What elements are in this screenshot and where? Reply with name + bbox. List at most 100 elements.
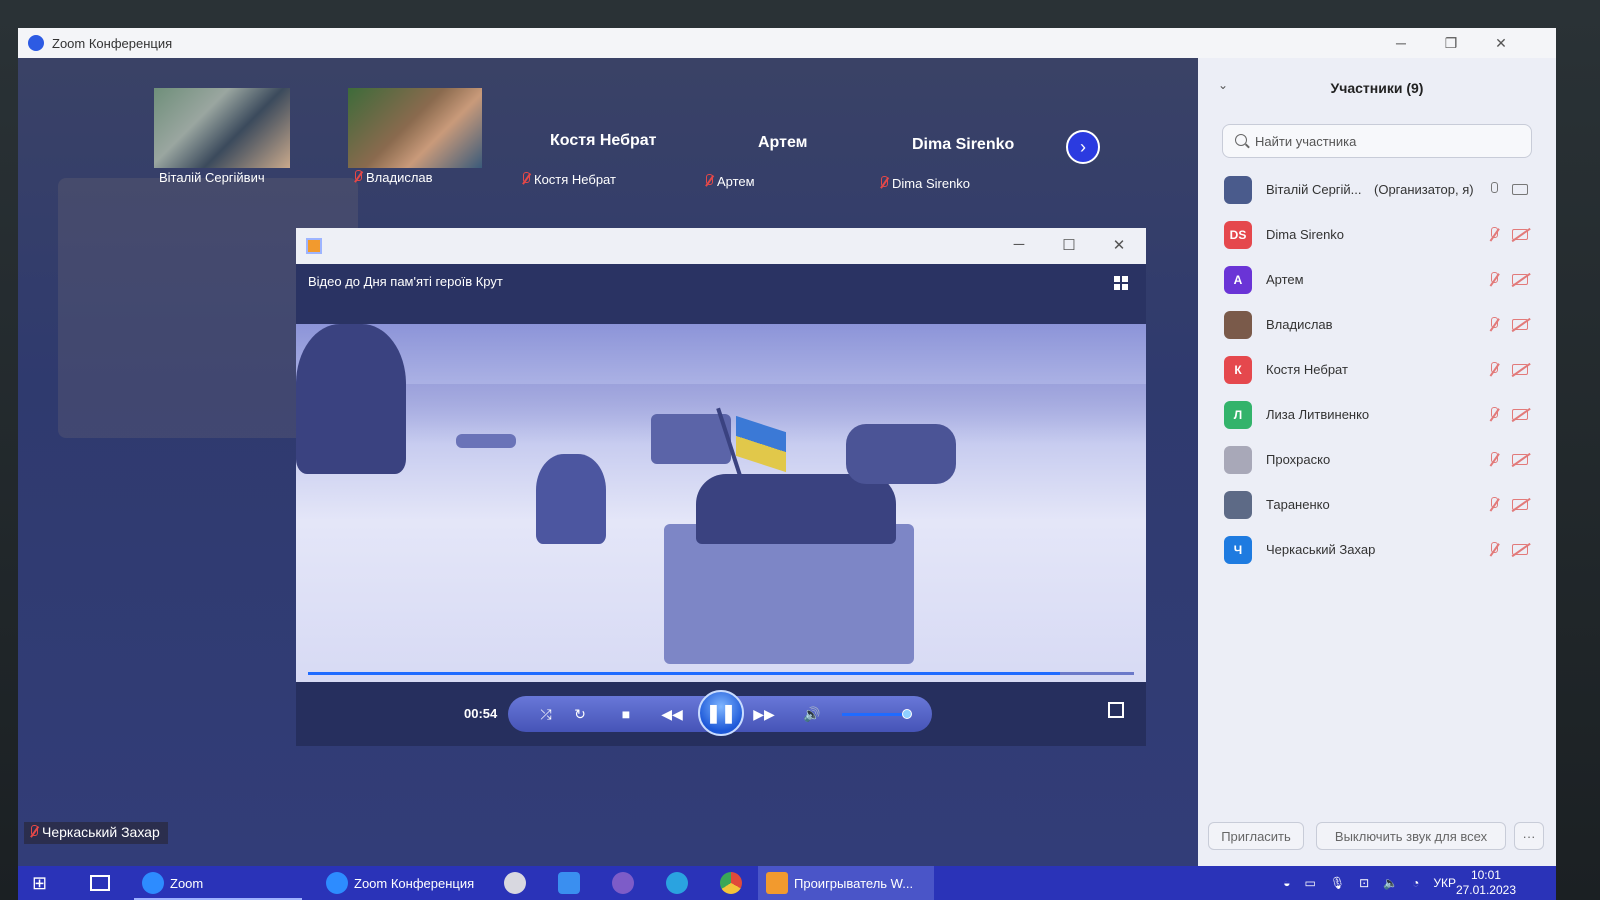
language-indicator[interactable]: УКР bbox=[1433, 876, 1456, 890]
task-view-button[interactable] bbox=[90, 866, 110, 900]
video-tile[interactable]: Dima Sirenko Dima Sirenko bbox=[876, 88, 1036, 191]
taskbar-app[interactable] bbox=[558, 866, 586, 900]
muted-mic-icon[interactable] bbox=[1488, 227, 1500, 243]
participant-row[interactable]: Прохраско bbox=[1198, 438, 1556, 483]
wifi-icon[interactable]: ◔ bbox=[1412, 876, 1419, 890]
clock-date: 27.01.2023 bbox=[1455, 883, 1516, 897]
tray-overflow-icon[interactable]: ◒ bbox=[1283, 876, 1290, 890]
muted-mic-icon[interactable] bbox=[1488, 317, 1500, 333]
zoom-app-icon bbox=[142, 872, 164, 894]
player-controls: 00:54 ⤮ ↻ ■ ◀◀ ❚❚ ▶▶ 🔊 bbox=[296, 682, 1146, 746]
switch-view-icon[interactable] bbox=[1114, 276, 1132, 292]
switch-to-fullscreen-icon[interactable] bbox=[1108, 702, 1124, 718]
start-button[interactable]: ⊞ bbox=[32, 866, 47, 900]
next-page-button[interactable]: › bbox=[1066, 130, 1100, 164]
taskbar-media-player[interactable]: Проигрыватель W... bbox=[758, 866, 934, 900]
minimize-button[interactable]: ─ bbox=[1378, 28, 1424, 58]
mute-all-button[interactable]: Выключить звук для всех bbox=[1316, 822, 1506, 850]
participant-row[interactable]: Л Лиза Литвиненко bbox=[1198, 393, 1556, 438]
meeting-stage: Віталій Сергійвич Владислав Костя Небрат… bbox=[18, 58, 1198, 866]
participant-name: Прохраско bbox=[1266, 452, 1331, 467]
video-tile[interactable]: Владислав bbox=[348, 88, 482, 186]
muted-mic-icon[interactable] bbox=[1488, 272, 1500, 288]
volume-slider[interactable] bbox=[842, 709, 912, 719]
pause-button[interactable]: ❚❚ bbox=[698, 690, 744, 736]
camera-off-icon[interactable] bbox=[1512, 409, 1528, 420]
control-pill: ⤮ ↻ ■ ◀◀ ❚❚ ▶▶ 🔊 bbox=[508, 690, 932, 736]
avatar bbox=[1224, 176, 1252, 204]
battery-icon[interactable]: ▭ bbox=[1305, 876, 1316, 890]
participant-name: Dima Sirenko bbox=[1266, 227, 1345, 242]
elapsed-time: 00:54 bbox=[464, 706, 498, 721]
participant-row[interactable]: Віталій Сергій... (Организатор, я) bbox=[1198, 168, 1556, 213]
camera-off-icon[interactable] bbox=[1512, 274, 1528, 285]
volume-knob[interactable] bbox=[901, 709, 912, 719]
invite-button[interactable]: Пригласить bbox=[1208, 822, 1304, 850]
participant-row[interactable]: Ч Черкаський Захар bbox=[1198, 528, 1556, 573]
clock[interactable]: 10:01 27.01.2023 bbox=[1456, 868, 1516, 898]
camera-icon[interactable] bbox=[1512, 184, 1528, 195]
player-close-button[interactable]: ✕ bbox=[1104, 236, 1134, 256]
microphone-icon[interactable]: 🎙 bbox=[1330, 876, 1345, 890]
search-icon bbox=[1235, 134, 1247, 146]
avatar bbox=[1224, 311, 1252, 339]
participant-row[interactable]: DS Dima Sirenko bbox=[1198, 213, 1556, 258]
repeat-icon[interactable]: ↻ bbox=[568, 704, 592, 724]
rewind-icon[interactable]: ◀◀ bbox=[660, 704, 684, 724]
taskbar-telegram[interactable] bbox=[666, 866, 694, 900]
speaker-icon[interactable]: 🔈 bbox=[1383, 876, 1398, 890]
zoom-titlebar: Zoom Конференция ─ ❐ ✕ bbox=[18, 28, 1556, 58]
shuffle-icon[interactable]: ⤮ bbox=[534, 704, 558, 724]
taskbar-viber[interactable] bbox=[612, 866, 640, 900]
close-button[interactable]: ✕ bbox=[1478, 28, 1524, 58]
video-tile[interactable]: Віталій Сергійвич bbox=[154, 88, 290, 186]
camera-off-icon[interactable] bbox=[1512, 499, 1528, 510]
participant-search-input[interactable]: Найти участника bbox=[1222, 124, 1532, 158]
camera-off-icon[interactable] bbox=[1512, 544, 1528, 555]
taskbar-chrome[interactable] bbox=[720, 866, 748, 900]
player-maximize-button[interactable]: ☐ bbox=[1054, 236, 1084, 256]
camera-off-icon[interactable] bbox=[1512, 364, 1528, 375]
camera-off-icon[interactable] bbox=[1512, 454, 1528, 465]
video-tile[interactable]: Костя Небрат Костя Небрат bbox=[518, 88, 668, 187]
participant-video bbox=[348, 88, 482, 168]
network-icon[interactable]: ⊡ bbox=[1359, 876, 1369, 890]
tile-name: Владислав bbox=[352, 170, 433, 185]
muted-mic-icon[interactable] bbox=[1488, 452, 1500, 468]
taskbar-zoom-meeting[interactable]: Zoom Конференция bbox=[318, 866, 498, 900]
participant-name: Віталій Сергій... bbox=[1266, 182, 1362, 197]
muted-mic-icon bbox=[28, 825, 38, 839]
participant-name: Костя Небрат bbox=[1266, 362, 1348, 377]
tile-name: Костя Небрат bbox=[520, 172, 616, 187]
video-tile[interactable]: Артем Артем bbox=[698, 88, 828, 189]
tile-name: Віталій Сергійвич bbox=[159, 170, 265, 185]
participant-row[interactable]: К Костя Небрат bbox=[1198, 348, 1556, 393]
stop-icon[interactable]: ■ bbox=[614, 704, 638, 724]
seek-bar[interactable] bbox=[308, 672, 1134, 675]
participant-name: Тараненко bbox=[1266, 497, 1330, 512]
restore-button[interactable]: ❐ bbox=[1428, 28, 1474, 58]
muted-mic-icon[interactable] bbox=[1488, 497, 1500, 513]
camera-off-icon[interactable] bbox=[1512, 229, 1528, 240]
avatar: А bbox=[1224, 266, 1252, 294]
clock-time: 10:01 bbox=[1470, 868, 1501, 882]
windows-icon: ⊞ bbox=[32, 872, 48, 893]
taskbar-app[interactable] bbox=[504, 866, 532, 900]
volume-icon[interactable]: 🔊 bbox=[800, 704, 824, 724]
participant-row[interactable]: Владислав bbox=[1198, 303, 1556, 348]
video-frame[interactable] bbox=[296, 324, 1146, 682]
participant-row[interactable]: А Артем bbox=[1198, 258, 1556, 303]
generic-app-icon bbox=[504, 872, 526, 894]
fast-forward-icon[interactable]: ▶▶ bbox=[752, 704, 776, 724]
muted-mic-icon[interactable] bbox=[1488, 362, 1500, 378]
taskbar-zoom[interactable]: Zoom bbox=[134, 866, 302, 900]
muted-mic-icon[interactable] bbox=[1488, 407, 1500, 423]
participant-row[interactable]: Тараненко bbox=[1198, 483, 1556, 528]
muted-mic-icon bbox=[878, 176, 888, 190]
camera-off-icon[interactable] bbox=[1512, 319, 1528, 330]
muted-mic-icon[interactable] bbox=[1488, 542, 1500, 558]
panel-footer: Пригласить Выключить звук для всех ··· bbox=[1198, 822, 1556, 852]
microphone-icon[interactable] bbox=[1488, 182, 1500, 198]
more-button[interactable]: ··· bbox=[1514, 822, 1544, 850]
player-minimize-button[interactable]: ─ bbox=[1004, 236, 1034, 256]
